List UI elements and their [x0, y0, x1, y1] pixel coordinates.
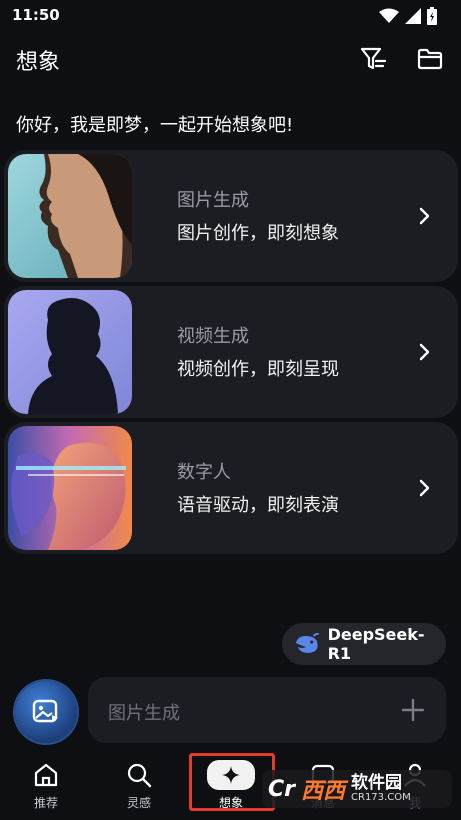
card-title: 视频生成 [177, 326, 249, 347]
nav-label: 推荐 [33, 796, 58, 810]
card-image-generation[interactable]: 图片生成 图片创作，即刻想象 [4, 150, 458, 282]
signal-icon [405, 8, 421, 24]
card-title: 数字人 [177, 462, 231, 483]
watermark-url: CR173.COM [351, 791, 411, 803]
home-icon [34, 763, 58, 787]
filter-button[interactable] [358, 44, 388, 74]
add-icon[interactable] [400, 697, 426, 723]
search-icon [127, 763, 152, 788]
watermark-brand-big: 西西 [301, 779, 346, 804]
image-mode-icon [32, 699, 58, 723]
folder-button[interactable] [415, 44, 445, 74]
image-generation-thumbnail [8, 154, 132, 278]
watermark-logo: Cr [268, 776, 295, 802]
wifi-icon [379, 8, 399, 23]
model-selector-label: DeepSeek-R1 [327, 625, 425, 663]
status-time: 11:50 [12, 6, 60, 24]
greeting-text: 你好，我是即梦，一起开始想象吧! [16, 115, 294, 136]
status-icons [379, 7, 437, 25]
nav-label: 灵感 [126, 796, 151, 810]
folder-icon [417, 48, 443, 70]
digital-human-thumbnail [8, 426, 132, 550]
battery-icon [427, 7, 437, 25]
chevron-right-icon [419, 343, 430, 361]
prompt-input[interactable]: 图片生成 [88, 677, 446, 743]
model-selector-button[interactable]: DeepSeek-R1 [282, 623, 446, 665]
generation-mode-button[interactable] [15, 681, 77, 743]
nav-item-recommend[interactable]: 推荐 [16, 760, 76, 816]
card-subtitle: 视频创作，即刻呈现 [177, 359, 339, 380]
chevron-right-icon [419, 479, 430, 497]
card-digital-human[interactable]: 数字人 语音驱动，即刻表演 [4, 422, 458, 554]
card-subtitle: 图片创作，即刻想象 [177, 223, 339, 244]
card-subtitle: 语音驱动，即刻表演 [177, 495, 339, 516]
app-header: 想象 [0, 36, 461, 80]
card-video-generation[interactable]: 视频生成 视频创作，即刻呈现 [4, 286, 458, 418]
chevron-right-icon [419, 207, 430, 225]
watermark-brand: 软件园 [351, 772, 403, 793]
watermark: Cr 西西 软件园 CR173.COM [262, 770, 452, 808]
video-generation-thumbnail [8, 290, 132, 414]
nav-item-inspiration[interactable]: 灵感 [109, 760, 169, 816]
filter-icon [360, 47, 387, 70]
card-title: 图片生成 [177, 190, 249, 211]
status-bar: 11:50 [0, 0, 461, 32]
page-title: 想象 [16, 50, 61, 75]
prompt-placeholder: 图片生成 [108, 703, 180, 724]
deepseek-whale-icon [295, 633, 319, 653]
